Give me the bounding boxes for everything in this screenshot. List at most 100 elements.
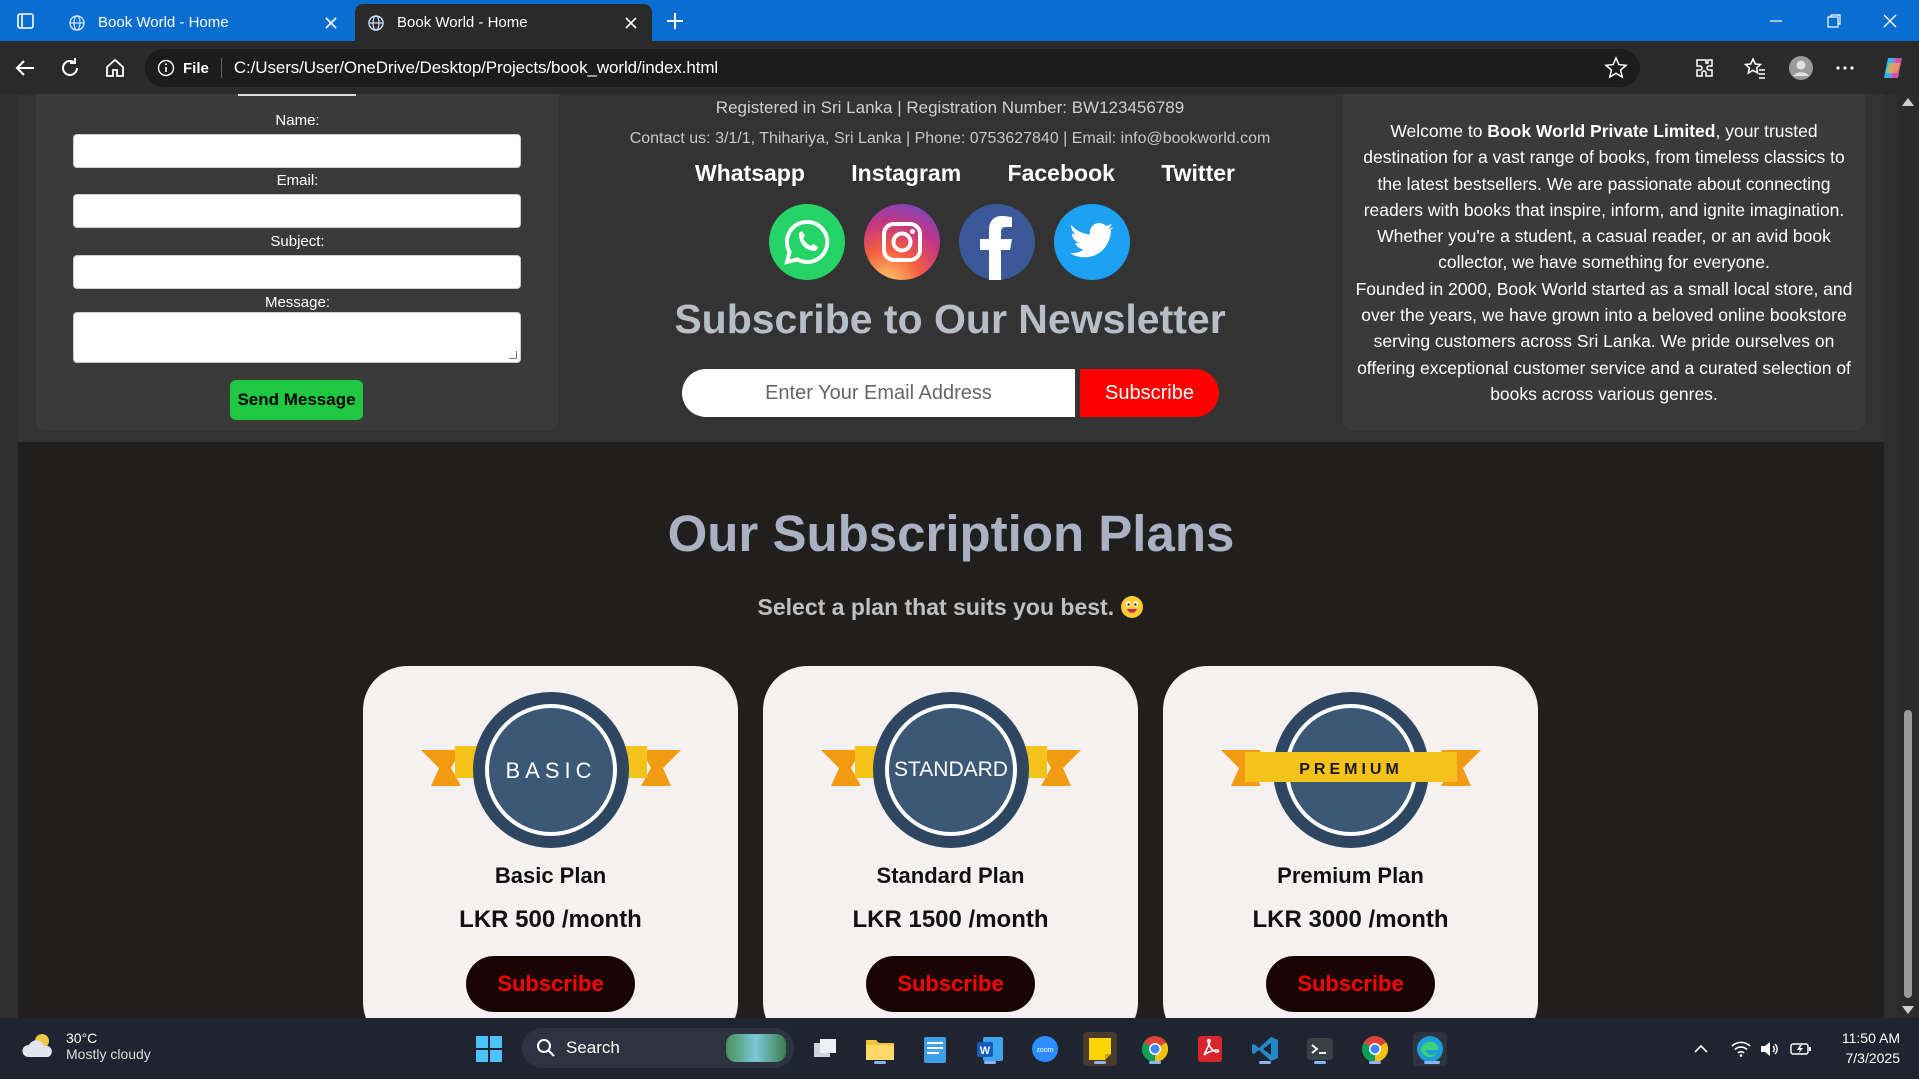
search-highlight-image: [726, 1034, 786, 1062]
twitter-icon[interactable]: [1054, 204, 1130, 280]
clock-time: 11:50 AM: [1841, 1030, 1900, 1046]
smiley-emoji-icon: [1121, 596, 1144, 618]
refresh-icon[interactable]: [55, 53, 85, 83]
chrome-profile-icon[interactable]: [1358, 1032, 1392, 1066]
social-links: Whatsapp Instagram Facebook Twitter: [695, 160, 1235, 187]
running-indicator: [1369, 1061, 1381, 1064]
copilot-icon[interactable]: [1880, 55, 1906, 81]
volume-icon[interactable]: [1758, 1038, 1780, 1060]
address-bar[interactable]: File C:/Users/User/OneDrive/Desktop/Proj…: [145, 49, 1640, 87]
home-icon[interactable]: [100, 53, 130, 83]
scroll-down-icon[interactable]: [1902, 1006, 1914, 1014]
system-clock[interactable]: 11:50 AM 7/3/2025: [1820, 1028, 1900, 1068]
notepad-icon[interactable]: [918, 1032, 952, 1066]
search-icon: [537, 1039, 555, 1057]
facebook-icon[interactable]: [959, 204, 1035, 280]
acrobat-icon[interactable]: [1193, 1032, 1227, 1066]
close-tab-icon[interactable]: [622, 14, 640, 32]
about-para2: Founded in 2000, Book World started as a…: [1355, 278, 1853, 404]
word-icon[interactable]: W: [973, 1032, 1007, 1066]
subscription-plans-section: Our Subscription Plans Select a plan tha…: [18, 442, 1884, 1018]
file-explorer-icon[interactable]: [863, 1032, 897, 1066]
name-label: Name:: [275, 112, 320, 129]
favorites-icon[interactable]: [1742, 55, 1768, 81]
restore-icon[interactable]: [1814, 8, 1854, 34]
zoom-icon[interactable]: zoom: [1028, 1032, 1062, 1066]
windows-taskbar: 30°C Mostly cloudy Search W zoom 11:50 A…: [0, 1018, 1919, 1079]
about-text: Welcome to Book World Private Limited, y…: [1355, 118, 1853, 407]
cloud-sun-icon: [22, 1034, 52, 1057]
message-field[interactable]: [73, 312, 521, 363]
email-field[interactable]: [73, 194, 521, 228]
subscribe-basic-button[interactable]: Subscribe: [466, 956, 635, 1012]
task-view-icon[interactable]: [808, 1032, 842, 1066]
minimize-icon[interactable]: [1756, 8, 1796, 34]
url-text[interactable]: C:/Users/User/OneDrive/Desktop/Projects/…: [234, 58, 1604, 78]
send-message-button[interactable]: Send Message: [230, 380, 363, 420]
about-section: Welcome to Book World Private Limited, y…: [1343, 94, 1865, 430]
plans-subtitle-text: Select a plan that suits you best.: [757, 594, 1115, 620]
extensions-icon[interactable]: [1692, 55, 1718, 81]
back-arrow-icon[interactable]: [10, 53, 40, 83]
basic-badge-icon: BASIC: [421, 692, 681, 848]
tab-book-world-1[interactable]: Book World - Home: [56, 4, 352, 41]
whatsapp-icon[interactable]: [769, 204, 845, 280]
terminal-icon[interactable]: [1303, 1032, 1337, 1066]
running-indicator: [1424, 1061, 1440, 1064]
instagram-icon[interactable]: [864, 204, 940, 280]
scroll-up-icon[interactable]: [1902, 98, 1914, 106]
clock-date: 7/3/2025: [1845, 1050, 1901, 1066]
battery-icon[interactable]: [1790, 1038, 1812, 1060]
sticky-notes-icon[interactable]: [1083, 1032, 1117, 1066]
new-tab-icon[interactable]: [660, 8, 690, 34]
weather-temp: 30°C: [66, 1030, 98, 1046]
premium-badge-icon: PREMIUM: [1221, 692, 1481, 848]
subscribe-standard-button[interactable]: Subscribe: [866, 956, 1035, 1012]
email-label: Email:: [276, 172, 319, 189]
taskbar-search[interactable]: Search: [522, 1028, 794, 1068]
plan-card-basic: BASIC Basic Plan LKR 500 /month Subscrib…: [363, 666, 738, 1018]
plan-price: LKR 500 /month: [459, 906, 642, 933]
registration-text: Registered in Sri Lanka | Registration N…: [715, 98, 1185, 117]
running-indicator: [1094, 1061, 1106, 1064]
svg-text:zoom: zoom: [1036, 1047, 1053, 1054]
favorite-star-icon[interactable]: [1604, 56, 1628, 80]
weather-widget[interactable]: 30°C Mostly cloudy: [20, 1030, 151, 1062]
plan-card-premium: PREMIUM Premium Plan LKR 3000 /month Sub…: [1163, 666, 1538, 1018]
badge-label: STANDARD: [894, 758, 1008, 781]
name-field[interactable]: [73, 134, 521, 168]
about-intro: Welcome to: [1390, 121, 1488, 141]
subscribe-premium-button[interactable]: Subscribe: [1266, 956, 1435, 1012]
tab-actions-icon[interactable]: [10, 8, 40, 34]
plan-card-standard: STANDARD Standard Plan LKR 1500 /month S…: [763, 666, 1138, 1018]
message-label: Message:: [264, 294, 331, 311]
close-tab-icon[interactable]: [322, 14, 340, 32]
newsletter-email-input[interactable]: Enter Your Email Address: [682, 369, 1075, 417]
instagram-link[interactable]: Instagram: [851, 160, 961, 187]
wifi-icon[interactable]: [1730, 1038, 1752, 1060]
plan-name: Standard Plan: [876, 863, 1025, 888]
tab-book-world-2[interactable]: Book World - Home: [355, 4, 652, 41]
page-scrollbar[interactable]: [1898, 94, 1919, 1018]
running-indicator: [1149, 1061, 1161, 1064]
info-icon[interactable]: [157, 59, 175, 77]
divider: [220, 58, 222, 78]
show-hidden-icons-icon[interactable]: [1690, 1038, 1712, 1060]
start-icon[interactable]: [472, 1032, 506, 1066]
more-options-icon[interactable]: [1832, 55, 1858, 81]
vscode-icon[interactable]: [1248, 1032, 1282, 1066]
chrome-icon[interactable]: [1138, 1032, 1172, 1066]
subject-field[interactable]: [73, 255, 521, 289]
subject-label: Subject:: [270, 233, 325, 250]
facebook-link[interactable]: Facebook: [1008, 160, 1115, 187]
badge-label: PREMIUM: [1299, 761, 1403, 778]
globe-icon: [69, 14, 85, 31]
profile-avatar-icon[interactable]: [1788, 55, 1814, 81]
newsletter-subscribe-button[interactable]: Subscribe: [1080, 369, 1219, 417]
resize-handle[interactable]: [509, 351, 517, 359]
scrollbar-thumb[interactable]: [1904, 710, 1912, 998]
whatsapp-link[interactable]: Whatsapp: [695, 160, 805, 187]
edge-icon[interactable]: [1413, 1032, 1447, 1066]
twitter-link[interactable]: Twitter: [1161, 160, 1235, 187]
close-window-icon[interactable]: [1870, 8, 1910, 34]
